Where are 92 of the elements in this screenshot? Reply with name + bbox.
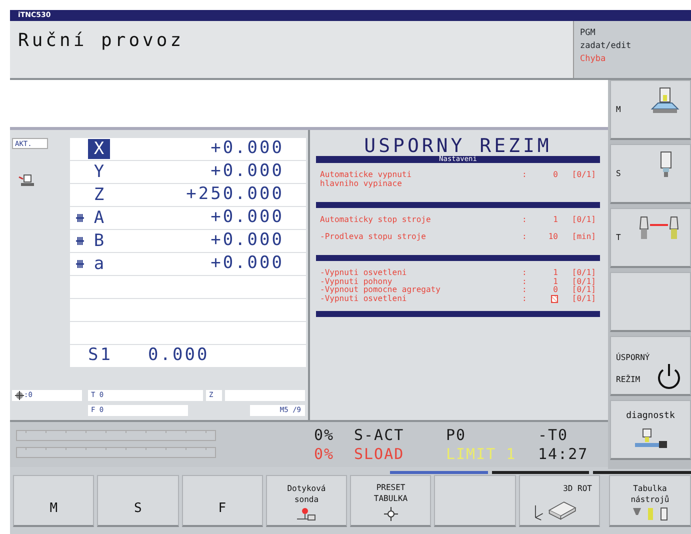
setting-value: 1 bbox=[553, 215, 558, 224]
clamp-icon bbox=[74, 236, 86, 246]
setting-value: 1 bbox=[553, 276, 558, 286]
softkey-label: diagnostk bbox=[625, 410, 676, 424]
colon: : bbox=[522, 216, 528, 224]
setting-label: -Vypnuti osvetleni bbox=[320, 294, 407, 305]
softkey-label: M bbox=[616, 104, 621, 114]
axis-label: a bbox=[92, 254, 106, 274]
datum-icon bbox=[15, 391, 24, 400]
status-text: P0 bbox=[446, 426, 468, 445]
axis-value: +250.000 bbox=[185, 183, 285, 206]
setting-label: -Prodleva stopu stroje bbox=[320, 232, 427, 241]
axis-label: X bbox=[88, 139, 110, 159]
input-cursor[interactable] bbox=[551, 294, 558, 302]
setting-range: [0/1] bbox=[570, 286, 596, 294]
setting-range: [min] bbox=[570, 232, 596, 241]
error-label: Chyba bbox=[580, 53, 607, 66]
axis-value: +0.000 bbox=[210, 206, 285, 230]
axis-label: Y bbox=[92, 162, 106, 182]
softkey-label: T bbox=[616, 232, 621, 242]
softkey-label: S bbox=[616, 168, 621, 178]
axis-label: Z bbox=[92, 185, 106, 205]
softkey-label: S bbox=[134, 500, 142, 516]
colon: : bbox=[522, 286, 528, 294]
axis-value: +0.000 bbox=[210, 229, 285, 252]
softkey-label: M bbox=[50, 500, 58, 516]
axis-value: +0.000 bbox=[210, 160, 285, 184]
setting-label: Automaticke vypnuti hlavniho vypinace bbox=[320, 171, 413, 188]
softkey[interactable]: M bbox=[610, 80, 691, 140]
axis-value: +0.000 bbox=[210, 252, 285, 276]
tool-icons bbox=[630, 506, 669, 520]
softkey-label: F bbox=[218, 500, 226, 516]
softkey[interactable]: diagnostk bbox=[610, 400, 691, 460]
softkey-label: 3D ROT bbox=[562, 482, 593, 494]
status-text: SLOAD bbox=[354, 445, 406, 464]
setting-value: 0 bbox=[553, 170, 558, 179]
colon: : bbox=[522, 171, 528, 181]
setting-label: -Vypnout pomocne agregaty bbox=[320, 286, 442, 294]
setting-range: [0/1] bbox=[570, 171, 596, 181]
softkey[interactable]: Tabulka nástrojů bbox=[608, 475, 691, 527]
status-text: 0% bbox=[314, 445, 336, 464]
spindle-table-icon bbox=[650, 87, 680, 114]
mode-label: PGM bbox=[580, 27, 596, 40]
softkey[interactable]: PRESET TABULKA bbox=[350, 475, 432, 527]
softkey-label: ÚSPORNÝ REŽIM bbox=[616, 352, 650, 386]
clamp-icon bbox=[74, 213, 86, 223]
softkey[interactable]: Dotyková sonda bbox=[266, 475, 348, 527]
mode-title: Ruční provoz bbox=[17, 29, 186, 53]
status-text: LIMIT 1 bbox=[446, 445, 518, 464]
softkey[interactable]: S bbox=[97, 475, 179, 527]
setting-range: [0/1] bbox=[570, 269, 596, 278]
tool-change-icon bbox=[638, 215, 680, 240]
status-text: S-ACT bbox=[354, 426, 406, 445]
setting-range: [0/1] bbox=[570, 278, 596, 286]
setting-value: 10 bbox=[548, 232, 558, 240]
mode-label: zadat/edit bbox=[580, 40, 632, 53]
setting-value: 0 bbox=[553, 285, 558, 294]
softkey-label: Tabulka nástrojů bbox=[630, 484, 670, 504]
colon: : bbox=[522, 278, 528, 286]
status-text: -T0 bbox=[538, 426, 570, 445]
softkey[interactable]: F bbox=[182, 475, 263, 527]
softkey[interactable]: M bbox=[13, 475, 94, 527]
colon: : bbox=[522, 294, 528, 304]
softkey[interactable]: ÚSPORNÝ REŽIM bbox=[610, 336, 691, 396]
clamp-icon bbox=[74, 259, 86, 269]
softkey-label: Dotyková sonda bbox=[287, 484, 326, 504]
blank-softkey[interactable] bbox=[610, 272, 691, 332]
status-text: 0% bbox=[314, 426, 336, 445]
setting-label: Automaticky stop stroje bbox=[320, 216, 432, 224]
axis-value: +0.000 bbox=[210, 137, 285, 160]
setting-label: -Vypnuti pohony bbox=[320, 278, 394, 286]
softkey[interactable]: T bbox=[610, 208, 691, 268]
crosshair-icon bbox=[382, 506, 399, 522]
setting-value: 1 bbox=[553, 268, 558, 277]
dialog-title: USPORNY REZIM bbox=[363, 136, 553, 156]
machine-icon bbox=[18, 173, 36, 187]
setting-range: [0/1] bbox=[570, 216, 596, 224]
axis-label: B bbox=[92, 231, 106, 251]
colon: : bbox=[522, 269, 528, 278]
setting-range: [0/1] bbox=[570, 294, 596, 304]
diagnostics-icon bbox=[632, 428, 668, 449]
blank-softkey[interactable] bbox=[434, 475, 516, 527]
softkey[interactable]: S bbox=[610, 144, 691, 204]
softkey-label: PRESET TABULKA bbox=[374, 482, 408, 502]
probe-icon bbox=[295, 506, 318, 520]
spindle-label: S1 bbox=[88, 344, 114, 368]
status-text: 14:27 bbox=[538, 445, 590, 464]
colon: : bbox=[522, 232, 528, 241]
softkey[interactable]: 3D ROT bbox=[518, 475, 600, 527]
axis-label: A bbox=[92, 208, 106, 228]
spindle-value: 0.000 bbox=[148, 344, 210, 368]
setting-label: -Vypnuti osvetleni bbox=[320, 269, 408, 278]
